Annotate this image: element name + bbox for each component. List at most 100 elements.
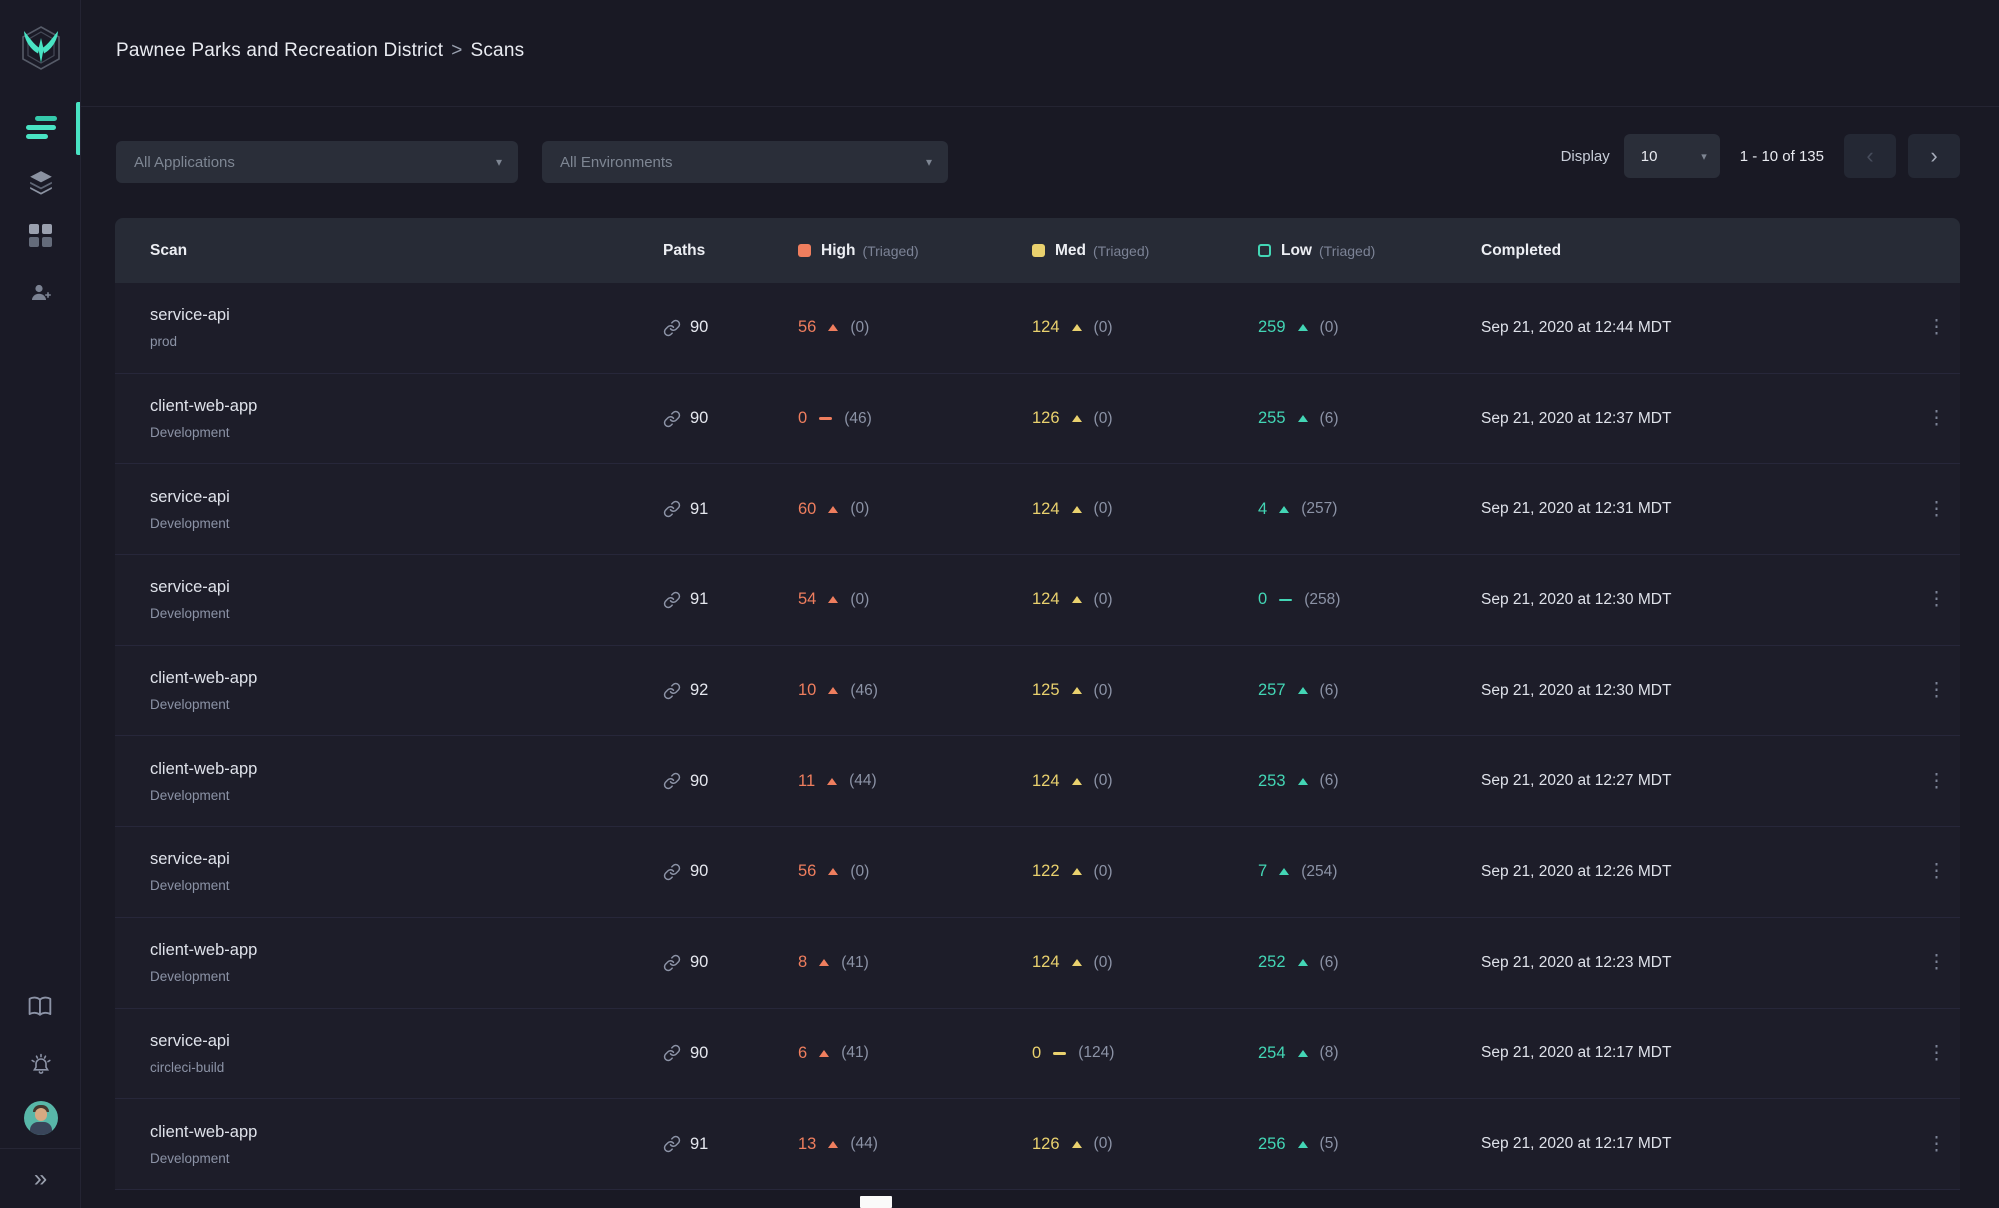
- sidebar-item-docs[interactable]: [0, 980, 81, 1034]
- applications-filter-dropdown[interactable]: All Applications ▾: [116, 141, 518, 183]
- trend-up-icon: [1297, 959, 1308, 967]
- table-row[interactable]: client-web-app Development 90 11 (44) 124 (0) 2…: [115, 736, 1960, 828]
- kebab-menu-icon[interactable]: ⋮: [1927, 953, 1946, 972]
- sidebar-item-team[interactable]: [0, 266, 81, 320]
- column-header-high[interactable]: High (Triaged): [798, 242, 1032, 260]
- table-row[interactable]: client-web-app Development 91 13 (44) 126 (0) 2…: [115, 1099, 1960, 1190]
- scan-name[interactable]: client-web-app: [150, 941, 663, 960]
- breadcrumb-separator: >: [451, 40, 463, 61]
- trend-up-icon: [819, 1049, 830, 1057]
- scan-name[interactable]: client-web-app: [150, 760, 663, 779]
- sidebar-item-scans[interactable]: [0, 100, 81, 154]
- trend-up-icon: [1279, 868, 1290, 876]
- med-triaged-count: (124): [1078, 1044, 1115, 1062]
- completed-timestamp: Sep 21, 2020 at 12:30 MDT: [1481, 681, 1672, 699]
- low-findings-cell: 7 (254): [1258, 862, 1481, 881]
- high-count: 8: [798, 953, 808, 972]
- low-findings-cell: 256 (5): [1258, 1135, 1481, 1154]
- table-row[interactable]: service-api Development 90 56 (0) 122 (0) 7 (254…: [115, 827, 1960, 918]
- low-triaged-label: (Triaged): [1319, 242, 1376, 259]
- low-count: 255: [1258, 409, 1286, 428]
- high-triaged-count: (44): [850, 1135, 878, 1153]
- row-menu-cell: ⋮: [1900, 772, 1960, 791]
- low-findings-cell: 254 (8): [1258, 1044, 1481, 1063]
- breadcrumb-org[interactable]: Pawnee Parks and Recreation District: [116, 40, 443, 61]
- user-avatar[interactable]: [0, 1091, 81, 1145]
- scan-cell: client-web-app Development: [115, 941, 663, 984]
- trend-up-icon: [1279, 505, 1290, 513]
- high-findings-cell: 6 (41): [798, 1044, 1032, 1063]
- low-triaged-count: (6): [1319, 772, 1339, 790]
- scan-cell: client-web-app Development: [115, 1123, 663, 1166]
- brand-logo-icon[interactable]: [17, 24, 65, 72]
- sidebar-item-applications[interactable]: [0, 155, 81, 209]
- completed-timestamp: Sep 21, 2020 at 12:27 MDT: [1481, 772, 1672, 790]
- high-label: High: [821, 241, 856, 259]
- completed-timestamp: Sep 21, 2020 at 12:44 MDT: [1481, 318, 1672, 336]
- kebab-menu-icon[interactable]: ⋮: [1927, 409, 1946, 428]
- page-size-select[interactable]: 10 ▾: [1623, 134, 1720, 178]
- kebab-menu-icon[interactable]: ⋮: [1927, 1135, 1946, 1154]
- kebab-menu-icon[interactable]: ⋮: [1927, 772, 1946, 791]
- high-severity-swatch-icon: [798, 244, 811, 257]
- sidebar-item-dashboard[interactable]: [0, 208, 81, 262]
- kebab-menu-icon[interactable]: ⋮: [1927, 862, 1946, 881]
- environments-filter-dropdown[interactable]: All Environments ▾: [542, 141, 948, 183]
- kebab-menu-icon[interactable]: ⋮: [1927, 500, 1946, 519]
- kebab-menu-icon[interactable]: ⋮: [1927, 318, 1946, 337]
- med-findings-cell: 125 (0): [1032, 681, 1258, 700]
- table-row[interactable]: client-web-app Development 90 0 (46) 126 (0) 25…: [115, 373, 1960, 465]
- row-menu-cell: ⋮: [1900, 1135, 1960, 1154]
- table-row[interactable]: service-api prod 90 56 (0) 124 (0) 259 (0) Sep 21…: [115, 283, 1960, 374]
- scan-name[interactable]: service-api: [150, 1032, 663, 1051]
- table-row[interactable]: service-api circleci-build 90 6 (41) 0 (124) 25…: [115, 1008, 1960, 1100]
- previous-page-button[interactable]: ‹: [1844, 134, 1896, 178]
- scan-cell: service-api Development: [115, 488, 663, 531]
- link-icon: [663, 410, 681, 427]
- med-count: 126: [1032, 409, 1060, 428]
- scan-cell: service-api Development: [115, 850, 663, 893]
- high-triaged-count: (41): [841, 1044, 869, 1062]
- table-row[interactable]: service-api Development 91 60 (0) 124 (0) 4 (257…: [115, 464, 1960, 556]
- scan-name[interactable]: client-web-app: [150, 397, 663, 416]
- sidebar-item-notifications[interactable]: [0, 1038, 81, 1092]
- completed-timestamp: Sep 21, 2020 at 12:23 MDT: [1481, 953, 1672, 971]
- table-row[interactable]: service-api Development 91 54 (0) 124 (0) 0 (258…: [115, 555, 1960, 646]
- column-header-completed[interactable]: Completed: [1481, 242, 1900, 260]
- kebab-menu-icon[interactable]: ⋮: [1927, 590, 1946, 609]
- kebab-menu-icon[interactable]: ⋮: [1927, 681, 1946, 700]
- table-row[interactable]: client-web-app Development 90 8 (41) 124 (0) 25…: [115, 917, 1960, 1009]
- scan-cell: service-api prod: [115, 306, 663, 349]
- table-header-row: Scan Paths High (Triaged) Med (Triaged) …: [115, 218, 1960, 283]
- next-page-button[interactable]: ›: [1908, 134, 1960, 178]
- completed-timestamp: Sep 21, 2020 at 12:26 MDT: [1481, 862, 1672, 880]
- scan-name[interactable]: client-web-app: [150, 1123, 663, 1142]
- paths-cell: 91: [663, 590, 798, 609]
- collapse-sidebar-button[interactable]: »: [0, 1152, 81, 1206]
- scan-environment: Development: [150, 787, 230, 803]
- column-header-paths[interactable]: Paths: [663, 242, 798, 260]
- med-findings-cell: 122 (0): [1032, 862, 1258, 881]
- scan-name[interactable]: service-api: [150, 488, 663, 507]
- trend-up-icon: [828, 505, 839, 513]
- table-row[interactable]: client-web-app Development 92 10 (46) 125 (0) 2…: [115, 645, 1960, 737]
- chevron-right-icon: ›: [1930, 143, 1938, 168]
- scan-name[interactable]: service-api: [150, 306, 663, 325]
- low-findings-cell: 257 (6): [1258, 681, 1481, 700]
- column-header-med[interactable]: Med (Triaged): [1032, 242, 1258, 260]
- paths-cell: 90: [663, 772, 798, 791]
- low-count: 0: [1258, 590, 1268, 609]
- low-label: Low: [1281, 241, 1312, 259]
- med-triaged-label: (Triaged): [1093, 242, 1150, 259]
- low-count: 254: [1258, 1043, 1286, 1062]
- scan-name[interactable]: service-api: [150, 578, 663, 597]
- med-severity-swatch-icon: [1032, 244, 1045, 257]
- scan-name[interactable]: service-api: [150, 850, 663, 869]
- low-severity-swatch-icon: [1258, 244, 1271, 257]
- trend-up-icon: [1297, 324, 1308, 332]
- high-count: 56: [798, 318, 817, 337]
- kebab-menu-icon[interactable]: ⋮: [1927, 1044, 1946, 1063]
- column-header-scan[interactable]: Scan: [115, 242, 663, 260]
- scan-name[interactable]: client-web-app: [150, 669, 663, 688]
- column-header-low[interactable]: Low (Triaged): [1258, 242, 1481, 260]
